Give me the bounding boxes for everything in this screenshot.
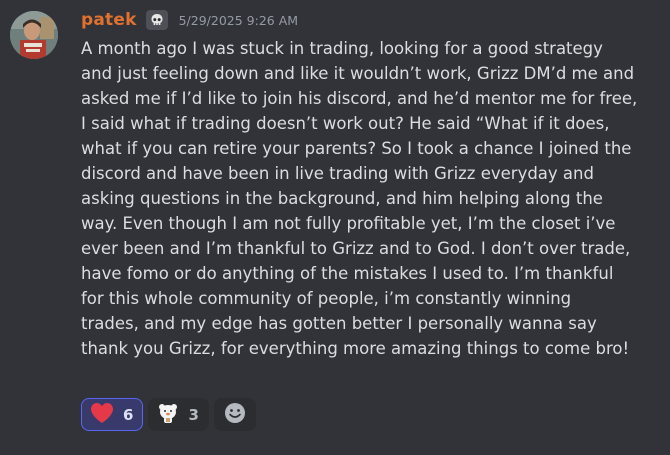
username[interactable]: patek xyxy=(81,10,137,30)
message-timestamp[interactable]: 5/29/2025 9:26 AM xyxy=(179,13,298,28)
reaction-heart[interactable]: 6 xyxy=(81,398,144,431)
reaction-count: 6 xyxy=(123,405,134,424)
add-reaction-smiley-icon xyxy=(224,402,246,428)
message-header: patek 5/29/2025 9:26 AM xyxy=(81,7,298,33)
heart-icon xyxy=(90,402,114,428)
chat-message: patek 5/29/2025 9:26 AM A month ago I wa… xyxy=(0,0,670,455)
add-reaction-button[interactable] xyxy=(213,398,256,431)
reactions-bar: 6 3 xyxy=(81,398,256,431)
reaction-count: 3 xyxy=(188,405,199,424)
bear-emoji-icon xyxy=(157,402,179,428)
reaction-bear[interactable]: 3 xyxy=(148,398,209,431)
user-avatar[interactable] xyxy=(10,11,58,59)
skull-icon[interactable] xyxy=(145,10,168,30)
message-text: A month ago I was stuck in trading, look… xyxy=(81,39,638,358)
